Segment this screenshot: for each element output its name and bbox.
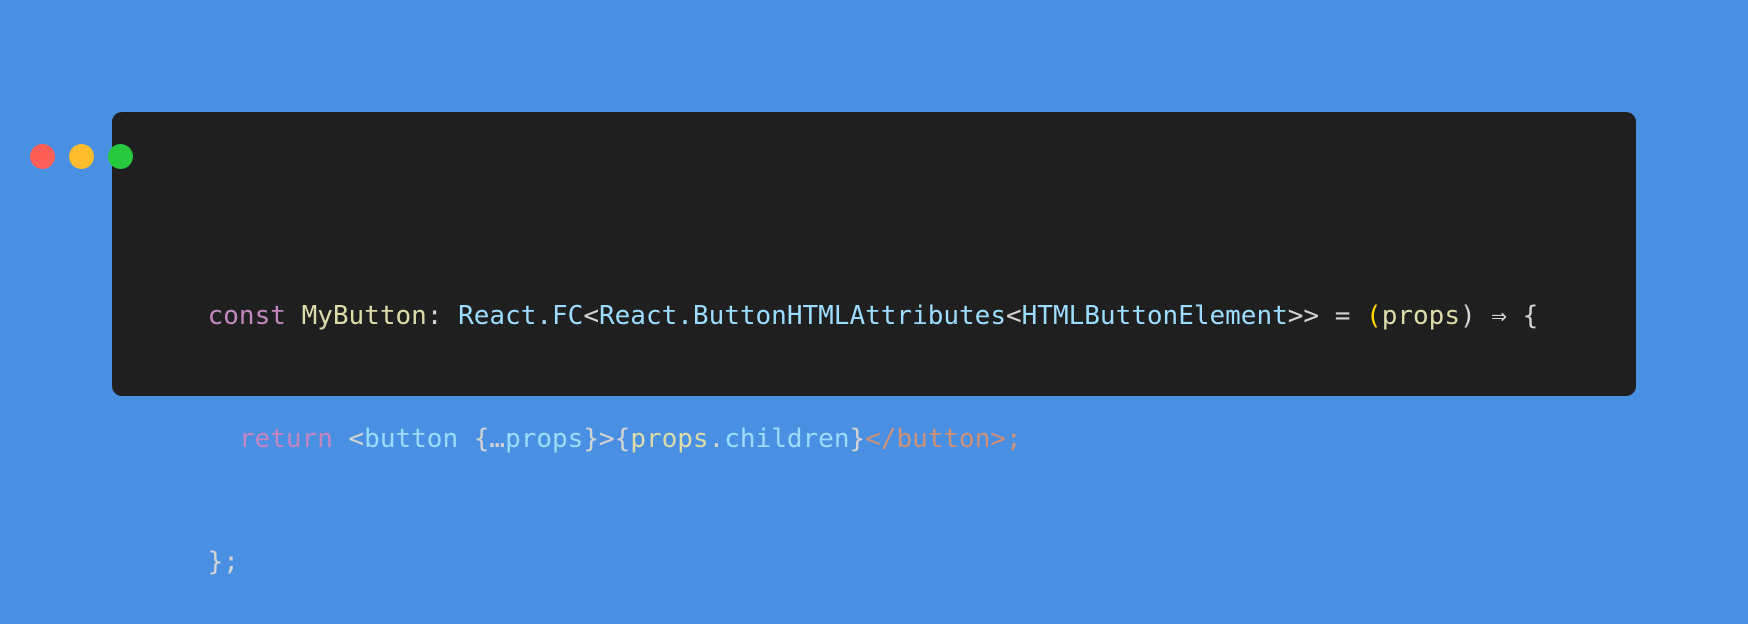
maximize-icon[interactable] (108, 144, 133, 169)
code-token: < (332, 424, 365, 454)
code-token: props (1381, 301, 1460, 331)
code-token: props (505, 424, 584, 454)
code-token: const (207, 301, 286, 331)
code-token: props (630, 424, 709, 454)
code-token: {… (458, 424, 506, 454)
code-token: </button>; (865, 424, 1022, 454)
code-token: }; (207, 547, 239, 577)
code-line-3: }; (145, 501, 1538, 577)
code-token: : (426, 301, 459, 331)
code-token: HTMLButtonElement (1021, 301, 1288, 331)
code-token: } (849, 424, 866, 454)
minimize-icon[interactable] (69, 144, 94, 169)
code-line-1: const MyButton: React.FC<React.ButtonHTM… (145, 255, 1539, 331)
code-token: < (583, 301, 599, 331)
code-token: children (724, 424, 850, 454)
code-token: >> = (1287, 301, 1367, 331)
code-token: ) ⇒ { (1459, 301, 1539, 331)
close-icon[interactable] (30, 144, 55, 169)
code-token: React.FC (458, 301, 584, 331)
code-token: ( (1366, 301, 1382, 331)
code-token: button (364, 424, 459, 454)
code-token: MyButton (301, 301, 427, 331)
code-token: }>{ (583, 424, 631, 454)
code-token: React.ButtonHTMLAttributes (599, 301, 1006, 331)
code-token: . (708, 424, 725, 454)
code-line-2: return <button {…props}>{props.children}… (145, 378, 1538, 454)
code-token: return (238, 424, 333, 454)
code-block: const MyButton: React.FC<React.ButtonHTM… (145, 214, 1539, 583)
code-token: < (1006, 301, 1022, 331)
